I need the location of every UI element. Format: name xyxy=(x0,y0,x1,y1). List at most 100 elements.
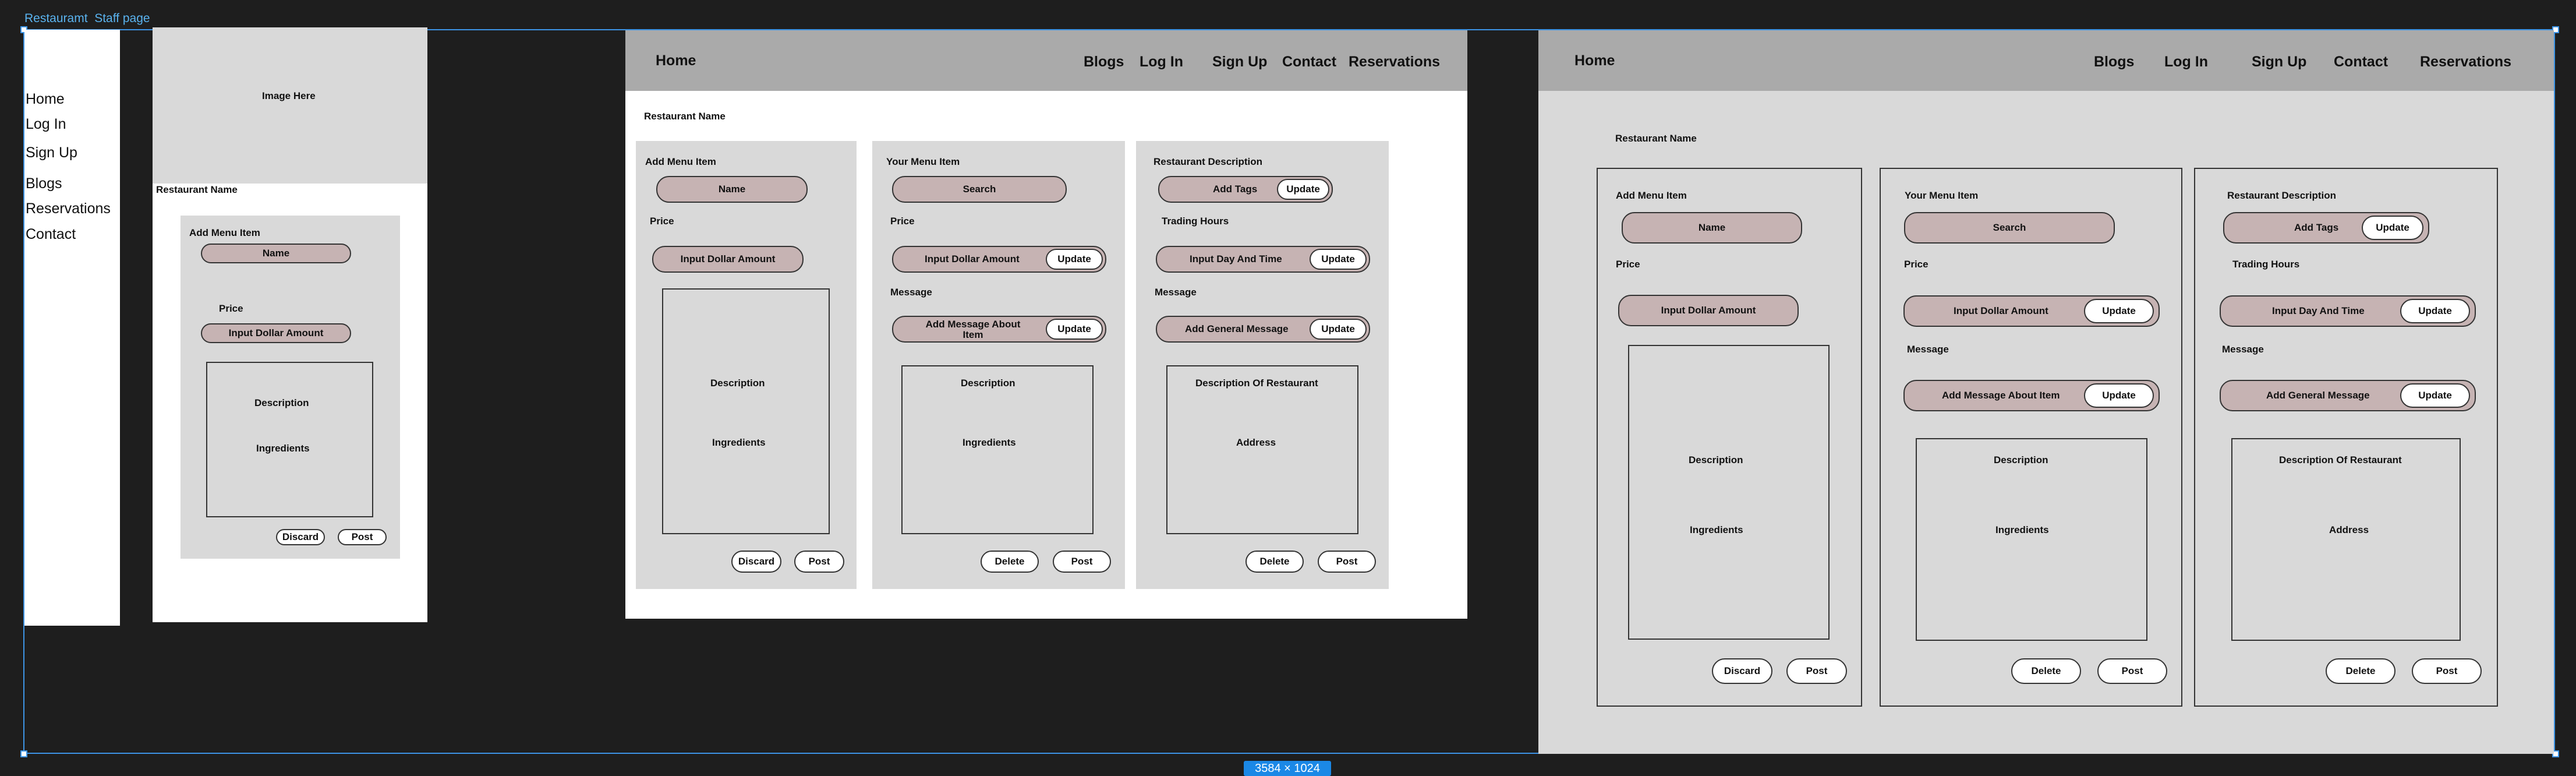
mobile-menu-item-home[interactable]: Home xyxy=(26,91,65,108)
tags-input-text: Add Tags xyxy=(1213,184,1258,195)
description-box[interactable] xyxy=(1916,438,2147,641)
delete-button[interactable]: Delete xyxy=(1245,551,1304,573)
nav-blogs[interactable]: Blogs xyxy=(2094,54,2134,70)
message-input[interactable]: Add General Message Update xyxy=(2220,380,2476,411)
your-menu-item-card: Your Menu Item Search Price Input Dollar… xyxy=(1880,168,2182,707)
price-input[interactable]: Input Dollar Amount xyxy=(201,323,351,343)
price-input[interactable]: Input Dollar Amount Update xyxy=(1903,295,2160,327)
nav-contact[interactable]: Contact xyxy=(1282,54,1336,70)
nav-home[interactable]: Home xyxy=(1574,52,1615,69)
ingredients-label: Ingredients xyxy=(712,437,766,448)
description-label: Description Of Restaurant xyxy=(2279,454,2402,465)
description-box[interactable] xyxy=(206,362,373,517)
description-box[interactable] xyxy=(2231,438,2461,641)
update-button[interactable]: Update xyxy=(2400,383,2470,408)
price-input[interactable]: Input Dollar Amount Update xyxy=(892,246,1106,273)
message-input-text: Add General Message xyxy=(1185,323,1289,334)
description-label: Description xyxy=(710,378,765,389)
description-label: Description xyxy=(1994,454,2048,465)
delete-button[interactable]: Delete xyxy=(2011,658,2081,684)
restaurant-description-card: Restaurant Description Add Tags Update T… xyxy=(1136,141,1389,589)
update-button[interactable]: Update xyxy=(1310,249,1367,270)
frame-title[interactable]: Restauramt Staff page xyxy=(24,12,150,26)
card-title: Restaurant Description xyxy=(1153,156,1263,167)
name-input[interactable]: Name xyxy=(656,176,808,203)
nav-login[interactable]: Log In xyxy=(1140,54,1183,70)
description-label: Description xyxy=(1689,454,1743,465)
tags-input[interactable]: Add Tags Update xyxy=(2223,212,2429,244)
nav-reservations[interactable]: Reservations xyxy=(1349,54,1440,70)
delete-button[interactable]: Delete xyxy=(981,551,1039,573)
price-input[interactable]: Input Dollar Amount xyxy=(652,246,804,273)
update-button[interactable]: Update xyxy=(1310,319,1367,340)
discard-button[interactable]: Discard xyxy=(731,551,781,573)
post-button[interactable]: Post xyxy=(1786,658,1847,684)
mobile-menu-item-blogs[interactable]: Blogs xyxy=(26,175,62,192)
nav-reservations[interactable]: Reservations xyxy=(2420,54,2511,70)
tags-input[interactable]: Add Tags Update xyxy=(1158,176,1333,203)
card-title: Add Menu Item xyxy=(189,227,260,238)
nav-contact[interactable]: Contact xyxy=(2334,54,2388,70)
price-label: Price xyxy=(219,303,243,314)
post-button[interactable]: Post xyxy=(2097,658,2167,684)
message-label: Message xyxy=(2222,344,2264,355)
mobile-menu-item-reservations[interactable]: Reservations xyxy=(26,200,111,217)
message-input-text: Add Message About Item xyxy=(925,319,1021,340)
nav-login[interactable]: Log In xyxy=(2164,54,2208,70)
mobile-menu-item-contact[interactable]: Contact xyxy=(26,226,76,243)
description-box[interactable] xyxy=(662,288,830,534)
hours-input-text: Input Day And Time xyxy=(2272,305,2365,316)
message-input-text: Add General Message xyxy=(2266,390,2370,401)
hours-input-text: Input Day And Time xyxy=(1190,253,1282,264)
message-label: Message xyxy=(1907,344,1949,355)
mobile-menu-item-signup[interactable]: Sign Up xyxy=(26,144,77,161)
image-placeholder-label: Image Here xyxy=(262,90,316,101)
name-input[interactable]: Name xyxy=(1622,212,1802,244)
message-input[interactable]: Add Message About Item Update xyxy=(1903,380,2160,411)
message-input[interactable]: Add Message About Item Update xyxy=(892,316,1106,343)
update-button[interactable]: Update xyxy=(2084,383,2154,408)
ingredients-label: Ingredients xyxy=(256,443,310,454)
update-button[interactable]: Update xyxy=(2362,216,2423,240)
price-input[interactable]: Input Dollar Amount xyxy=(1618,295,1799,326)
search-input[interactable]: Search xyxy=(1904,212,2115,244)
card-title: Add Menu Item xyxy=(645,156,716,167)
mobile-menu-frame: Home Log In Sign Up Blogs Reservations C… xyxy=(24,30,120,626)
tags-input-text: Add Tags xyxy=(2294,222,2339,233)
delete-button[interactable]: Delete xyxy=(2326,658,2395,684)
update-button[interactable]: Update xyxy=(1046,319,1103,340)
name-input[interactable]: Name xyxy=(201,244,351,263)
update-button[interactable]: Update xyxy=(2400,299,2470,323)
post-button[interactable]: Post xyxy=(338,529,387,545)
your-menu-item-card: Your Menu Item Search Price Input Dollar… xyxy=(872,141,1125,589)
post-button[interactable]: Post xyxy=(2412,658,2482,684)
post-button[interactable]: Post xyxy=(1053,551,1111,573)
message-label: Message xyxy=(890,287,932,298)
address-label: Address xyxy=(2329,524,2369,535)
nav-home[interactable]: Home xyxy=(656,52,696,69)
post-button[interactable]: Post xyxy=(794,551,844,573)
hours-input[interactable]: Input Day And Time Update xyxy=(1156,246,1370,273)
post-button[interactable]: Post xyxy=(1318,551,1376,573)
description-box[interactable] xyxy=(1166,365,1358,534)
message-input-text: Add Message About Item xyxy=(1942,390,2060,401)
mobile-menu-item-login[interactable]: Log In xyxy=(26,116,66,133)
update-button[interactable]: Update xyxy=(1277,179,1329,200)
discard-button[interactable]: Discard xyxy=(1712,658,1772,684)
ingredients-label: Ingredients xyxy=(1995,524,2049,535)
restaurant-name: Restaurant Name xyxy=(1615,133,1697,144)
card-title: Restaurant Description xyxy=(2227,190,2337,201)
desktop-page-frame: Home Blogs Log In Sign Up Contact Reserv… xyxy=(1538,30,2554,754)
message-input[interactable]: Add General Message Update xyxy=(1156,316,1370,343)
update-button[interactable]: Update xyxy=(2084,299,2154,323)
nav-signup[interactable]: Sign Up xyxy=(2252,54,2306,70)
update-button[interactable]: Update xyxy=(1046,249,1103,270)
nav-signup[interactable]: Sign Up xyxy=(1212,54,1267,70)
description-box[interactable] xyxy=(1628,345,1830,640)
description-box[interactable] xyxy=(901,365,1094,534)
search-input[interactable]: Search xyxy=(892,176,1067,203)
discard-button[interactable]: Discard xyxy=(276,529,325,545)
nav-blogs[interactable]: Blogs xyxy=(1084,54,1124,70)
resize-handle-bottom-left[interactable] xyxy=(20,750,27,757)
hours-input[interactable]: Input Day And Time Update xyxy=(2220,295,2476,327)
